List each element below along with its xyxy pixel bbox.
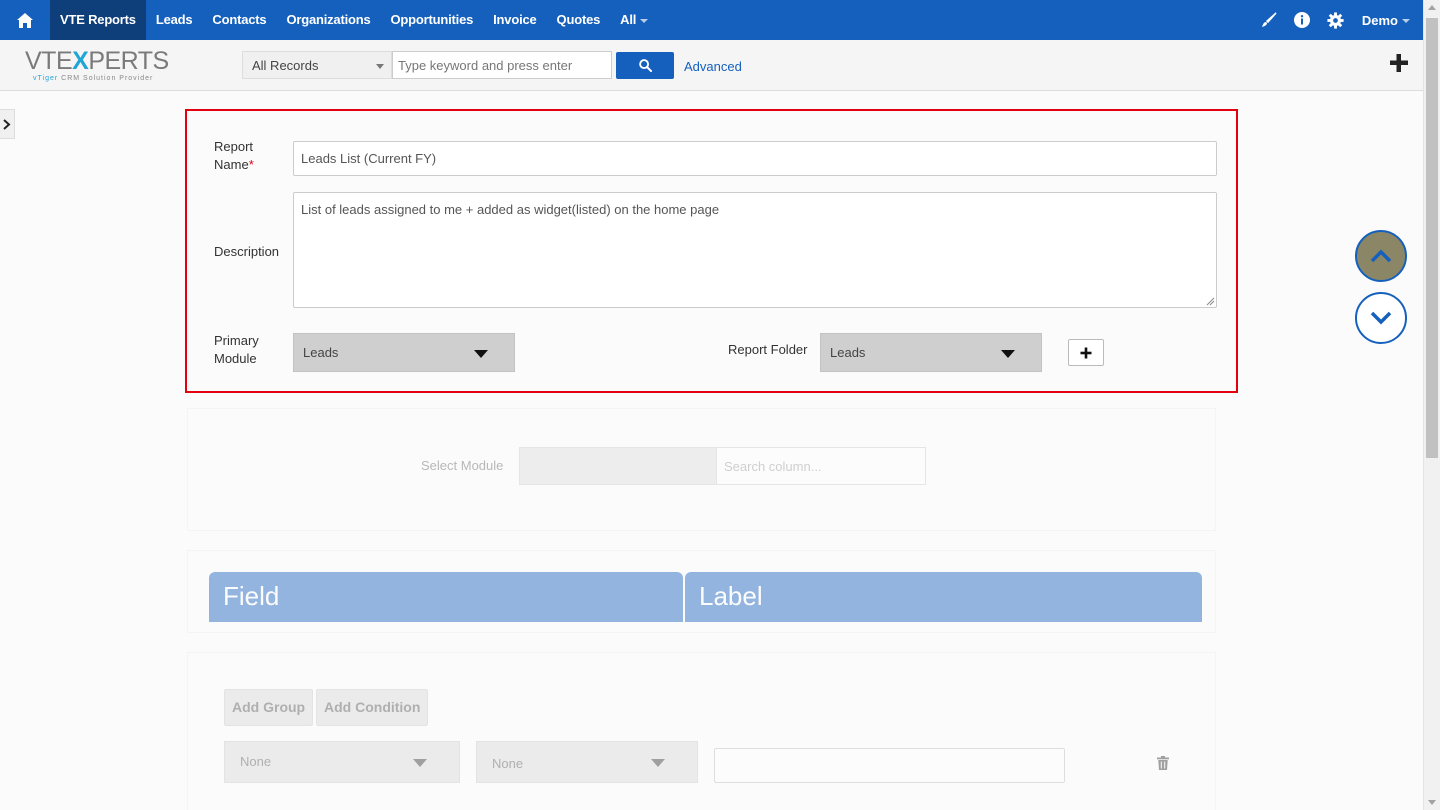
nav-item-leads[interactable]: Leads — [146, 0, 203, 40]
chevron-right-icon — [3, 118, 11, 130]
top-navbar: VTE Reports Leads Contacts Organizations… — [0, 0, 1440, 40]
add-group-button[interactable]: Add Group — [224, 689, 314, 726]
vtexperts-logo[interactable]: VTEXPERTS vTiger CRM Solution Provider — [25, 47, 180, 87]
label-column-header: Label — [685, 572, 1202, 622]
scroll-up-button[interactable] — [1355, 230, 1407, 282]
nav-item-organizations[interactable]: Organizations — [276, 0, 380, 40]
resize-handle-icon[interactable] — [1206, 297, 1215, 306]
chevron-down-icon — [474, 350, 488, 358]
chevron-down-icon — [413, 759, 427, 767]
fields-table-panel: Field Label — [187, 550, 1216, 633]
chevron-down-icon — [376, 64, 384, 69]
quick-create-button[interactable] — [1388, 52, 1412, 76]
nav-item-all[interactable]: All — [610, 0, 658, 40]
nav-item-all-label: All — [620, 12, 637, 27]
header-bar: VTEXPERTS vTiger CRM Solution Provider A… — [0, 40, 1423, 91]
scroll-arrow-up-icon[interactable] — [1428, 5, 1436, 10]
brush-button[interactable] — [1253, 0, 1286, 40]
sidebar-toggle[interactable] — [0, 109, 15, 139]
logo-wordmark: VTEXPERTS — [25, 47, 169, 75]
gear-icon — [1327, 11, 1344, 29]
info-icon — [1294, 12, 1311, 28]
description-label: Description — [214, 244, 280, 259]
select-module-dropdown[interactable] — [519, 447, 717, 485]
scroll-arrow-down-icon[interactable] — [1428, 800, 1436, 805]
field-column-header: Field — [209, 572, 683, 622]
settings-button[interactable] — [1319, 0, 1352, 40]
condition-operator-value: None — [492, 756, 524, 771]
condition-field-value: None — [240, 754, 272, 769]
topnav-right: Demo — [1253, 0, 1440, 40]
scrollbar-thumb[interactable] — [1426, 18, 1438, 458]
nav-item-quotes[interactable]: Quotes — [547, 0, 611, 40]
search-icon — [638, 59, 652, 72]
chevron-down-icon — [651, 759, 665, 767]
conditions-panel: Add Group Add Condition None None — [187, 652, 1216, 810]
report-details-section: Report Name* Description List of leads a… — [185, 109, 1238, 393]
nav-item-vte-reports[interactable]: VTE Reports — [50, 0, 146, 40]
nav-item-contacts[interactable]: Contacts — [202, 0, 276, 40]
report-folder-select[interactable]: Leads — [820, 333, 1042, 372]
global-search-input[interactable] — [392, 51, 612, 79]
chevron-down-icon — [1402, 19, 1410, 24]
records-filter-select[interactable]: All Records — [242, 51, 392, 79]
page-scrollbar[interactable] — [1423, 0, 1440, 810]
chevron-down-icon — [640, 18, 649, 23]
primary-module-select[interactable]: Leads — [293, 333, 515, 372]
advanced-search-link[interactable]: Advanced — [684, 59, 742, 74]
report-name-label: Report Name* — [214, 139, 254, 172]
scroll-down-button[interactable] — [1355, 292, 1407, 344]
home-icon — [17, 12, 33, 28]
select-module-label: Select Module — [421, 458, 504, 473]
plus-icon — [1390, 54, 1408, 72]
user-name: Demo — [1361, 12, 1398, 28]
column-selection-panel: Select Module — [187, 408, 1216, 531]
nav-item-invoice[interactable]: Invoice — [483, 0, 546, 40]
logo-tagline: vTiger CRM Solution Provider — [33, 75, 154, 82]
primary-module-label: Primary Module — [214, 333, 259, 366]
description-textarea[interactable]: List of leads assigned to me + added as … — [293, 192, 1217, 308]
report-folder-value: Leads — [830, 345, 866, 360]
home-button[interactable] — [0, 0, 50, 40]
add-condition-button[interactable]: Add Condition — [316, 689, 429, 726]
report-folder-label: Report Folder — [728, 342, 808, 357]
info-button[interactable] — [1286, 0, 1319, 40]
records-filter-value: All Records — [252, 58, 319, 73]
trash-icon[interactable] — [1157, 756, 1169, 770]
nav-item-opportunities[interactable]: Opportunities — [381, 0, 484, 40]
add-folder-button[interactable] — [1068, 339, 1104, 366]
required-asterisk: * — [248, 157, 254, 172]
condition-field-select[interactable]: None — [224, 741, 460, 783]
search-button[interactable] — [616, 52, 674, 79]
primary-module-value: Leads — [303, 345, 339, 360]
chevron-down-icon — [1001, 350, 1015, 358]
condition-value-input[interactable] — [714, 748, 1065, 783]
brush-icon — [1262, 12, 1277, 27]
column-search-input[interactable] — [716, 447, 926, 485]
report-name-input[interactable] — [293, 141, 1217, 176]
plus-icon — [1080, 347, 1092, 358]
condition-operator-select[interactable]: None — [476, 741, 698, 783]
chevron-up-icon — [1370, 249, 1392, 263]
chevron-down-icon — [1370, 311, 1392, 325]
